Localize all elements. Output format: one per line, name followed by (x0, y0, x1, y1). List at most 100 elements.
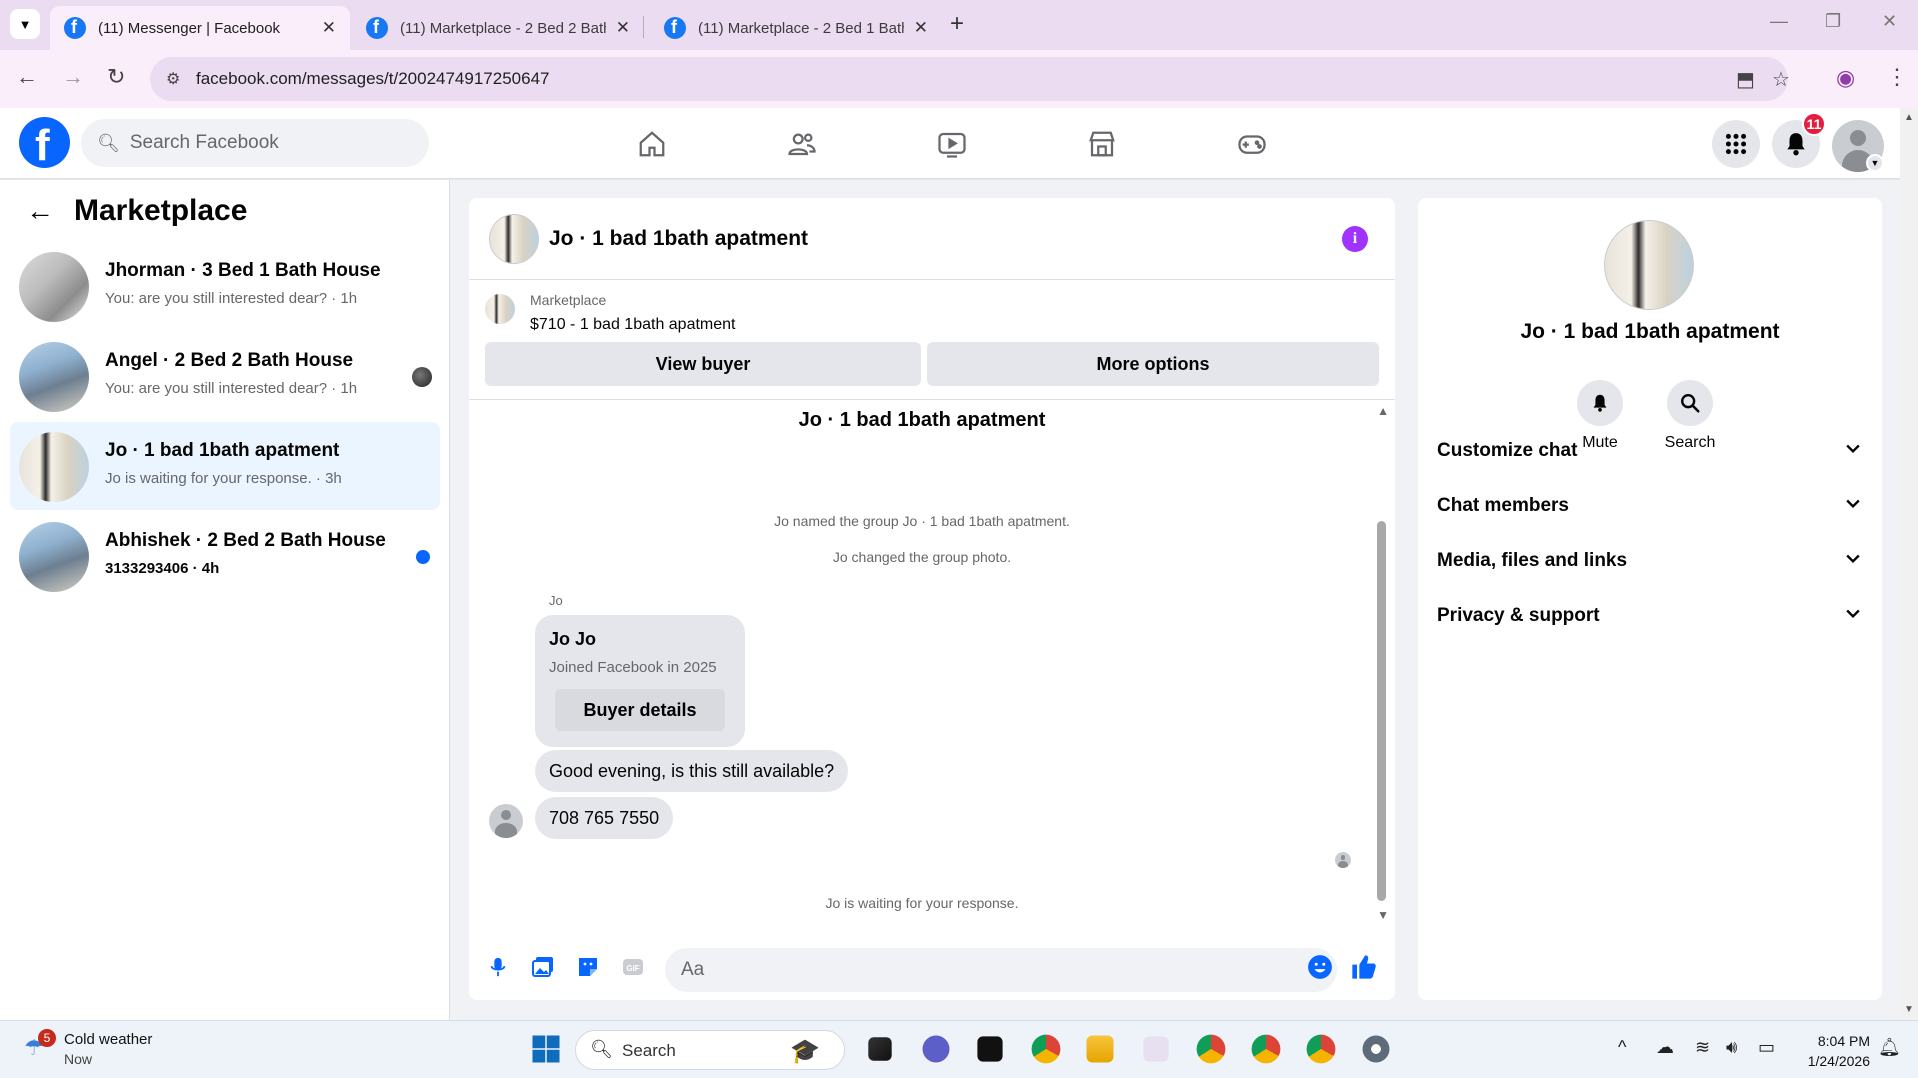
task-view-icon[interactable] (868, 1037, 892, 1061)
message-bubble[interactable]: 708 765 7550 (535, 797, 674, 839)
chat-members-section[interactable]: Chat members (1437, 481, 1863, 531)
friends-nav-icon[interactable] (778, 120, 826, 168)
scroll-up-arrow-icon[interactable]: ▲ (1377, 404, 1389, 418)
reload-icon[interactable]: ↻ (107, 64, 125, 90)
tab-marketplace-2bed2bath[interactable]: (11) Marketplace - 2 Bed 2 Bath ✕ (352, 6, 644, 50)
scroll-up-arrow-icon[interactable]: ▲ (1904, 112, 1914, 123)
chevron-down-icon[interactable]: ▼ (1866, 154, 1884, 172)
tab-title: (11) Marketplace - 2 Bed 2 Bath (400, 19, 606, 37)
chevron-down-icon (1843, 438, 1863, 464)
capcut-icon[interactable] (977, 1036, 1003, 1062)
menu-grid-button[interactable] (1712, 120, 1760, 168)
close-tab-icon[interactable]: ✕ (616, 18, 630, 38)
windows-start-icon[interactable] (528, 1031, 564, 1067)
buyer-details-button[interactable]: Buyer details (555, 689, 725, 731)
home-nav-icon[interactable] (628, 120, 676, 168)
bookmark-star-icon[interactable]: ☆ (1772, 67, 1790, 92)
scroll-down-arrow-icon[interactable]: ▼ (1377, 908, 1389, 922)
tab-separator (643, 16, 644, 38)
wifi-icon[interactable]: ≋ (1695, 1037, 1710, 1058)
facebook-search[interactable]: 🔍︎ (81, 119, 429, 167)
chat-title[interactable]: Jo · 1 bad 1bath apatment (549, 227, 808, 251)
section-label: Chat members (1437, 495, 1569, 516)
notifications-button[interactable]: 11 (1772, 112, 1826, 168)
conversation-item[interactable]: Abhishek · 2 Bed 2 Bath House 3133293406… (10, 512, 440, 600)
minimize-icon[interactable]: — (1770, 11, 1788, 32)
message-scrollbar[interactable] (1377, 521, 1386, 901)
gif-icon[interactable]: GIF (618, 952, 648, 982)
notification-bell-icon[interactable]: 🔔︎ (1878, 1037, 1901, 1058)
conversation-name: Jhorman · 3 Bed 1 Bath House (105, 260, 381, 281)
emoji-icon[interactable] (1305, 952, 1335, 982)
sticker-icon[interactable] (573, 952, 603, 982)
message-list: Jo · 1 bad 1bath apatment Jo named the g… (469, 401, 1395, 921)
media-files-links-section[interactable]: Media, files and links (1437, 536, 1863, 586)
info-icon[interactable]: i (1342, 226, 1368, 252)
restore-icon[interactable]: ❐ (1825, 11, 1841, 32)
facebook-favicon-icon (366, 17, 388, 39)
privacy-support-section[interactable]: Privacy & support (1437, 591, 1863, 641)
chrome-profile-icon[interactable] (1251, 1034, 1281, 1064)
like-thumbs-up-icon[interactable] (1349, 952, 1379, 982)
taskbar-search[interactable]: 🔍︎ Search 🎓 (575, 1030, 845, 1070)
message-composer: GIF (469, 938, 1395, 1000)
seen-avatar-icon (412, 367, 432, 387)
close-window-icon[interactable]: ✕ (1882, 11, 1897, 32)
conversation-item[interactable]: Angel · 2 Bed 2 Bath House You: are you … (10, 332, 440, 420)
marketplace-nav-icon[interactable] (1078, 120, 1126, 168)
weather-title: Cold weather (64, 1031, 153, 1048)
message-bubble[interactable]: Good evening, is this still available? (535, 750, 849, 792)
microphone-icon[interactable] (483, 952, 513, 982)
battery-icon[interactable]: ▭ (1758, 1037, 1775, 1058)
message-input[interactable] (665, 948, 1337, 992)
cloud-offline-icon[interactable]: ☁ (1656, 1037, 1674, 1058)
conversation-item[interactable]: Jhorman · 3 Bed 1 Bath House You: are yo… (10, 242, 440, 330)
site-settings-icon[interactable]: ⚙ (166, 69, 180, 89)
volume-icon[interactable]: 🔊︎ (1726, 1037, 1737, 1058)
close-tab-icon[interactable]: ✕ (322, 18, 336, 38)
more-options-button[interactable]: More options (927, 342, 1379, 386)
unread-dot (416, 550, 430, 564)
customize-chat-section[interactable]: Customize chat (1437, 426, 1863, 476)
group-avatar[interactable] (1604, 220, 1694, 310)
tab-title: (11) Marketplace - 2 Bed 1 Bath (698, 19, 904, 37)
snipping-tool-icon[interactable] (1143, 1036, 1169, 1062)
file-explorer-icon[interactable] (1086, 1035, 1114, 1063)
chevron-up-icon[interactable]: ^ (1618, 1037, 1626, 1058)
settings-gear-icon[interactable] (1362, 1035, 1390, 1063)
tab-messenger[interactable]: (11) Messenger | Facebook ✕ (50, 6, 350, 50)
address-bar[interactable]: ⚙ facebook.com/messages/t/20024749172506… (150, 57, 1790, 101)
scroll-down-arrow-icon[interactable]: ▼ (1904, 1004, 1914, 1015)
new-tab-icon[interactable]: + (950, 10, 964, 38)
listing-title[interactable]: $710 - 1 bad 1bath apatment (530, 316, 736, 334)
video-nav-icon[interactable] (928, 120, 976, 168)
close-tab-icon[interactable]: ✕ (914, 18, 928, 38)
search-input[interactable] (129, 132, 390, 154)
page-scrollbar[interactable]: ▲ ▼ (1900, 108, 1918, 1020)
conversation-preview: You: are you still interested dear? · 1h (105, 290, 358, 307)
forward-arrow-icon[interactable]: → (62, 64, 84, 90)
chat-avatar[interactable] (489, 214, 539, 264)
teams-chat-icon[interactable] (922, 1035, 950, 1063)
chrome-icon[interactable] (1031, 1034, 1061, 1064)
view-buyer-button[interactable]: View buyer (485, 342, 921, 386)
gaming-nav-icon[interactable] (1228, 120, 1276, 168)
weather-subtitle: Now (64, 1051, 93, 1067)
sender-avatar[interactable] (489, 804, 523, 838)
chrome-profile-icon[interactable] (1196, 1034, 1226, 1064)
tab-search-button[interactable]: ▼ (10, 9, 40, 39)
install-app-icon[interactable]: ⬒ (1736, 67, 1755, 92)
facebook-logo[interactable]: f (19, 117, 70, 170)
tab-marketplace-2bed1bath[interactable]: (11) Marketplace - 2 Bed 1 Bath ✕ (650, 6, 942, 50)
conversation-item-active[interactable]: Jo · 1 bad 1bath apatment Jo is waiting … (10, 422, 440, 510)
system-message: Jo changed the group photo. (832, 549, 1012, 565)
browser-menu-icon[interactable]: ⋮ (1886, 64, 1908, 90)
photo-icon[interactable] (528, 952, 558, 982)
system-clock[interactable]: 8:04 PM 1/24/2026 (1796, 1031, 1870, 1071)
chrome-profile-icon[interactable] (1306, 1034, 1336, 1064)
back-arrow-icon[interactable]: ← (26, 195, 54, 227)
back-arrow-icon[interactable]: ← (16, 64, 38, 90)
browser-profile-icon[interactable]: ◉ (1836, 65, 1855, 91)
search-icon (1681, 394, 1700, 413)
listing-thumbnail (19, 522, 89, 592)
